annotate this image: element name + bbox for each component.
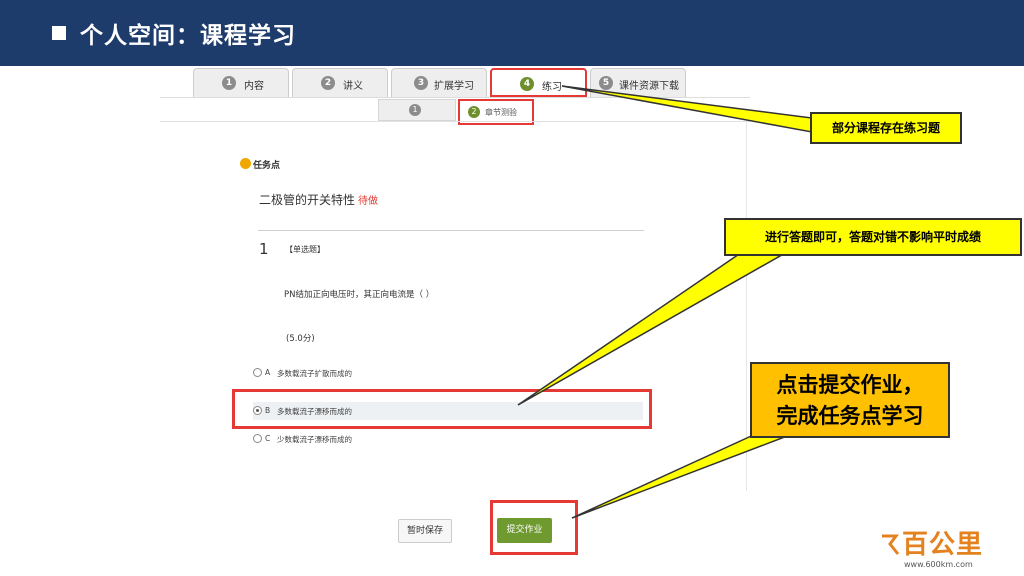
slide: 个人空间：课程学习 1 内容 2 讲义 3 扩展学习 4 练习 5 课件资源下载… [0,0,1024,576]
callout-pointers [517,85,813,519]
logo-url: www.600km.com [904,560,973,569]
practice-callout-pointer [561,85,813,133]
answer-callout: 进行答题即可，答题对错不影响平时成绩 [724,218,1022,256]
practice-callout: 部分课程存在练习题 [810,112,962,144]
brand-logo: 百公里 www.600km.com [880,526,1020,576]
answer-callout-pointer [517,247,782,406]
logo-text: 百公里 [902,530,984,560]
submit-callout-pointer [571,431,785,519]
logo-mark-icon [882,534,900,555]
submit-callout-line2: 完成任务点学习 [776,404,924,428]
submit-callout-line1: 点击提交作业， [776,373,924,397]
submit-callout: 点击提交作业， 完成任务点学习 [750,362,950,438]
